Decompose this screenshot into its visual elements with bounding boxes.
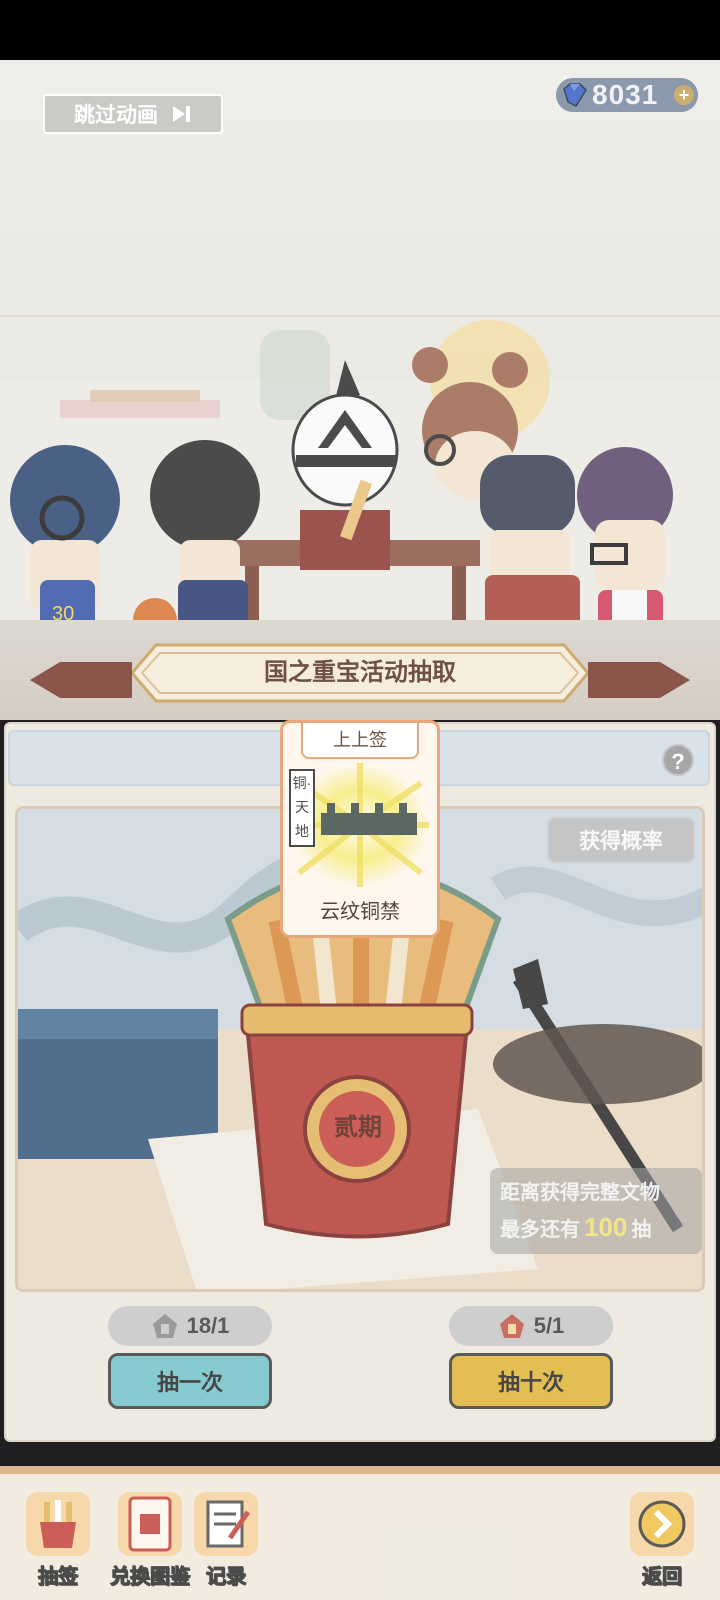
banner-side-ribbons: [30, 662, 690, 698]
add-currency-button[interactable]: +: [674, 85, 694, 105]
premium-ticket-icon: [499, 1314, 524, 1338]
nav-draw-label: 抽签: [38, 1566, 79, 1589]
ticket-icon: [152, 1314, 177, 1338]
animation-scene: 30: [0, 60, 720, 720]
help-icon[interactable]: ?: [662, 744, 694, 776]
remaining-draws-info: 距离获得完整文物 最多还有 100 抽: [490, 1168, 702, 1254]
skip-animation-button[interactable]: 跳过动画: [43, 94, 223, 134]
remaining-line1: 距离获得完整文物: [500, 1182, 660, 1204]
result-item-name: 云纹铜禁: [320, 901, 400, 923]
collection-card-icon: [118, 1492, 182, 1556]
gem-icon: [563, 83, 587, 107]
cost-once-value: 18/1: [186, 1313, 230, 1338]
cost-ten: 5/1: [449, 1306, 613, 1346]
nav-band: [0, 1466, 720, 1474]
currency-amount: 8031: [592, 79, 659, 110]
skip-forward-icon: [173, 106, 190, 122]
nav-records[interactable]: 记录: [186, 1480, 266, 1592]
nav-draw[interactable]: 抽签: [18, 1480, 98, 1592]
result-rank: 上上签: [301, 723, 419, 759]
skip-animation-label: 跳过动画: [74, 104, 158, 127]
result-card: 上上签 铜·天地 云纹铜禁: [280, 720, 440, 938]
draw-ten-button[interactable]: 抽十次: [449, 1353, 613, 1409]
result-item-tag: 铜·天地: [289, 769, 315, 847]
back-label: 返回: [642, 1566, 683, 1589]
remaining-line2: 最多还有 100 抽: [500, 1210, 692, 1247]
remaining-prefix: 最多还有: [500, 1219, 580, 1241]
records-icon: [194, 1492, 258, 1556]
cost-ten-value: 5/1: [533, 1313, 565, 1338]
status-bar: [0, 0, 720, 60]
remaining-count: 100: [584, 1212, 628, 1242]
bottom-nav: 抽签 兑换图鉴 记录 返回: [0, 1466, 720, 1600]
jar-label: 贰期: [334, 1114, 382, 1141]
draw-once-button[interactable]: 抽一次: [108, 1353, 272, 1409]
currency-display: 8031 +: [556, 78, 698, 112]
remaining-suffix: 抽: [631, 1219, 652, 1241]
nav-records-label: 记录: [206, 1566, 247, 1589]
cost-once: 18/1: [108, 1306, 272, 1346]
screen: 30 跳过动画 8031 + 国之重宝活动抽取 ? 贰期 获得概率 距离获得完整…: [0, 0, 720, 1600]
back-button[interactable]: 返回: [622, 1480, 702, 1592]
probability-button[interactable]: 获得概率: [547, 817, 695, 863]
draw-cup-icon: [26, 1492, 90, 1556]
back-arrow-icon: [630, 1492, 694, 1556]
